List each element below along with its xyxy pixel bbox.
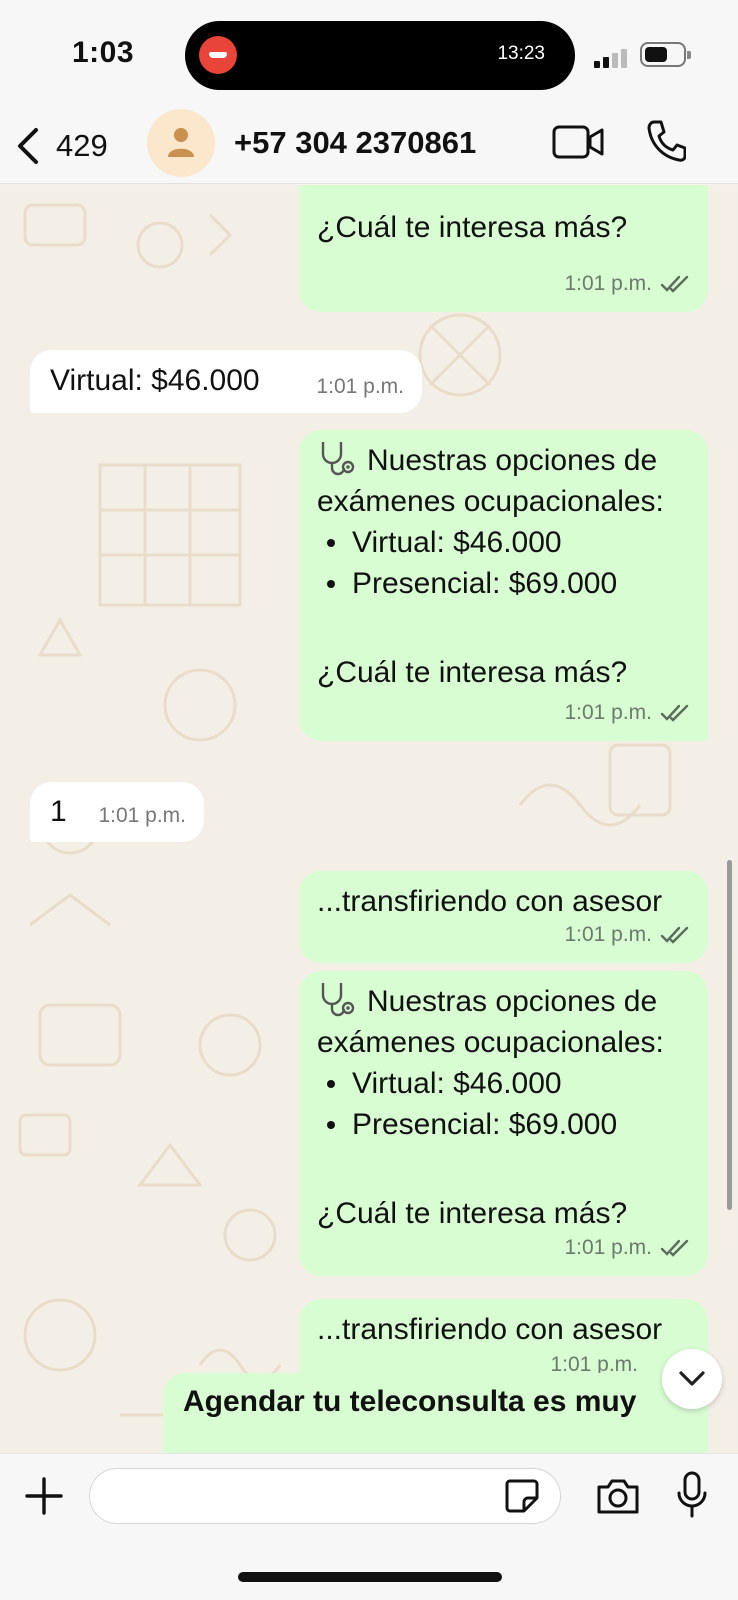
option-item: Virtual: $46.000 (317, 522, 697, 563)
conversation[interactable]: ¿Cuál te interesa más? 1:01 p.m. Virtual… (0, 185, 738, 1453)
chat-header: 429 +57 304 2370861 (0, 108, 738, 184)
message-outgoing[interactable]: Nuestras opciones de exámenes ocupaciona… (299, 430, 708, 741)
options-list: Virtual: $46.000 Presencial: $69.000 (317, 1063, 697, 1145)
message-time: 1:01 p.m. (564, 701, 652, 724)
avatar[interactable] (147, 109, 215, 177)
read-ticks-icon (660, 704, 689, 722)
message-outgoing[interactable]: ...transfiriendo con asesor 1:01 p.m. (299, 871, 708, 963)
message-meta: 1:01 p.m. (316, 366, 404, 407)
camera-icon[interactable] (596, 1477, 640, 1515)
composer (0, 1453, 738, 1600)
chevron-left-icon (18, 128, 38, 164)
message-body: Nuestras opciones de exámenes ocupaciona… (317, 440, 697, 693)
read-ticks-icon (660, 275, 689, 293)
message-intro: Nuestras opciones de exámenes ocupaciona… (317, 981, 697, 1063)
stethoscope-icon (321, 442, 355, 476)
back-button[interactable]: 429 (14, 120, 108, 172)
message-meta: 1:01 p.m. (564, 1227, 690, 1268)
message-body: Nuestras opciones de exámenes ocupaciona… (317, 981, 697, 1234)
message-meta: 1:01 p.m. (564, 692, 690, 733)
read-ticks-icon (660, 926, 689, 944)
message-question: ¿Cuál te interesa más? (317, 656, 628, 689)
island-timer: 13:23 (497, 43, 545, 64)
status-time: 1:03 (72, 36, 135, 69)
microphone-icon[interactable] (676, 1471, 708, 1519)
read-ticks-icon (660, 1239, 689, 1257)
message-text: Agendar tu teleconsulta es muy (183, 1385, 637, 1418)
message-text: 1 (50, 795, 67, 828)
video-call-icon[interactable] (552, 123, 604, 161)
option-item: Presencial: $69.000 (317, 1104, 697, 1145)
home-indicator[interactable] (238, 1572, 502, 1582)
contact-name[interactable]: +57 304 2370861 (234, 125, 476, 161)
message-text: Virtual: $46.000 (50, 364, 260, 397)
message-time: 1:01 p.m. (564, 923, 652, 946)
dynamic-island[interactable]: 13:23 (185, 21, 575, 90)
app-activity-icon (199, 36, 237, 74)
message-input[interactable] (89, 1468, 561, 1524)
signal-icon (594, 48, 630, 68)
message-meta: 1:01 p.m. (564, 914, 690, 955)
chevron-down-icon (679, 1371, 705, 1386)
options-list: Virtual: $46.000 Presencial: $69.000 (317, 522, 697, 604)
plus-icon[interactable] (24, 1476, 64, 1516)
message-time: 1:01 p.m. (98, 804, 186, 827)
message-text: ¿Cuál te interesa más? (317, 211, 628, 244)
message-incoming[interactable]: Virtual: $46.000 1:01 p.m. (30, 350, 422, 413)
option-item: Virtual: $46.000 (317, 1063, 697, 1104)
battery-icon (640, 42, 691, 67)
message-outgoing[interactable]: ¿Cuál te interesa más? 1:01 p.m. (299, 185, 708, 312)
message-meta: 1:01 p.m. (98, 795, 186, 836)
message-incoming[interactable]: 1 1:01 p.m. (30, 782, 204, 842)
scroll-to-bottom-button[interactable] (662, 1349, 722, 1409)
scrollbar[interactable] (727, 860, 732, 1210)
message-time: 1:01 p.m. (316, 375, 404, 398)
status-bar: 1:03 13:23 (0, 0, 738, 108)
person-icon (168, 128, 194, 157)
message-outgoing[interactable]: Nuestras opciones de exámenes ocupaciona… (299, 971, 708, 1276)
unread-count: 429 (56, 128, 108, 163)
sticker-icon[interactable] (504, 1478, 540, 1514)
message-time: 1:01 p.m. (564, 272, 652, 295)
stethoscope-icon (321, 983, 355, 1017)
message-outgoing[interactable]: Agendar tu teleconsulta es muy (163, 1373, 708, 1453)
message-meta: 1:01 p.m. (564, 263, 690, 304)
phone-icon[interactable] (646, 119, 686, 163)
message-intro: Nuestras opciones de exámenes ocupaciona… (317, 440, 697, 522)
option-item: Presencial: $69.000 (317, 563, 697, 604)
message-time: 1:01 p.m. (564, 1236, 652, 1259)
